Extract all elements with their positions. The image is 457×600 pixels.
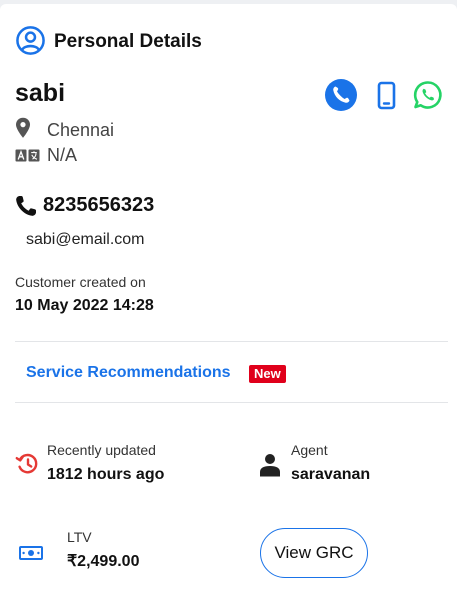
- agent-icon: [260, 454, 280, 477]
- created-value: 10 May 2022 14:28: [15, 297, 154, 314]
- section-title: Personal Details: [54, 31, 202, 52]
- created-label: Customer created on: [15, 274, 146, 290]
- customer-location: Chennai: [47, 120, 115, 140]
- history-icon: [15, 453, 38, 474]
- customer-language: N/A: [47, 145, 78, 165]
- divider: [15, 402, 448, 403]
- phone-icon: [16, 196, 36, 216]
- phone-call-icon[interactable]: [324, 78, 358, 112]
- recently-updated-value: 1812 hours ago: [47, 466, 165, 483]
- divider: [15, 341, 448, 342]
- customer-phone[interactable]: 8235656323: [43, 193, 154, 217]
- view-grc-button[interactable]: View GRC: [260, 528, 368, 578]
- mobile-phone-icon[interactable]: [370, 78, 404, 112]
- customer-email[interactable]: sabi@email.com: [26, 230, 145, 250]
- whatsapp-icon[interactable]: [411, 78, 445, 112]
- ltv-value: ₹2,499.00: [67, 553, 140, 570]
- personal-details-card: Personal Details sabi Chennai N/A 823565…: [0, 4, 457, 600]
- ltv-label: LTV: [67, 529, 92, 545]
- recently-updated-label: Recently updated: [47, 442, 156, 458]
- location-pin-icon: [16, 117, 30, 138]
- agent-value: saravanan: [291, 466, 371, 483]
- agent-label: Agent: [291, 442, 328, 458]
- contact-actions: [322, 78, 446, 114]
- service-recommendations-link[interactable]: Service Recommendations: [26, 363, 231, 383]
- money-icon: [19, 546, 43, 560]
- language-icon: [15, 149, 40, 162]
- user-circle-icon: [16, 26, 45, 55]
- customer-name: sabi: [15, 79, 66, 107]
- new-badge: New: [249, 365, 286, 383]
